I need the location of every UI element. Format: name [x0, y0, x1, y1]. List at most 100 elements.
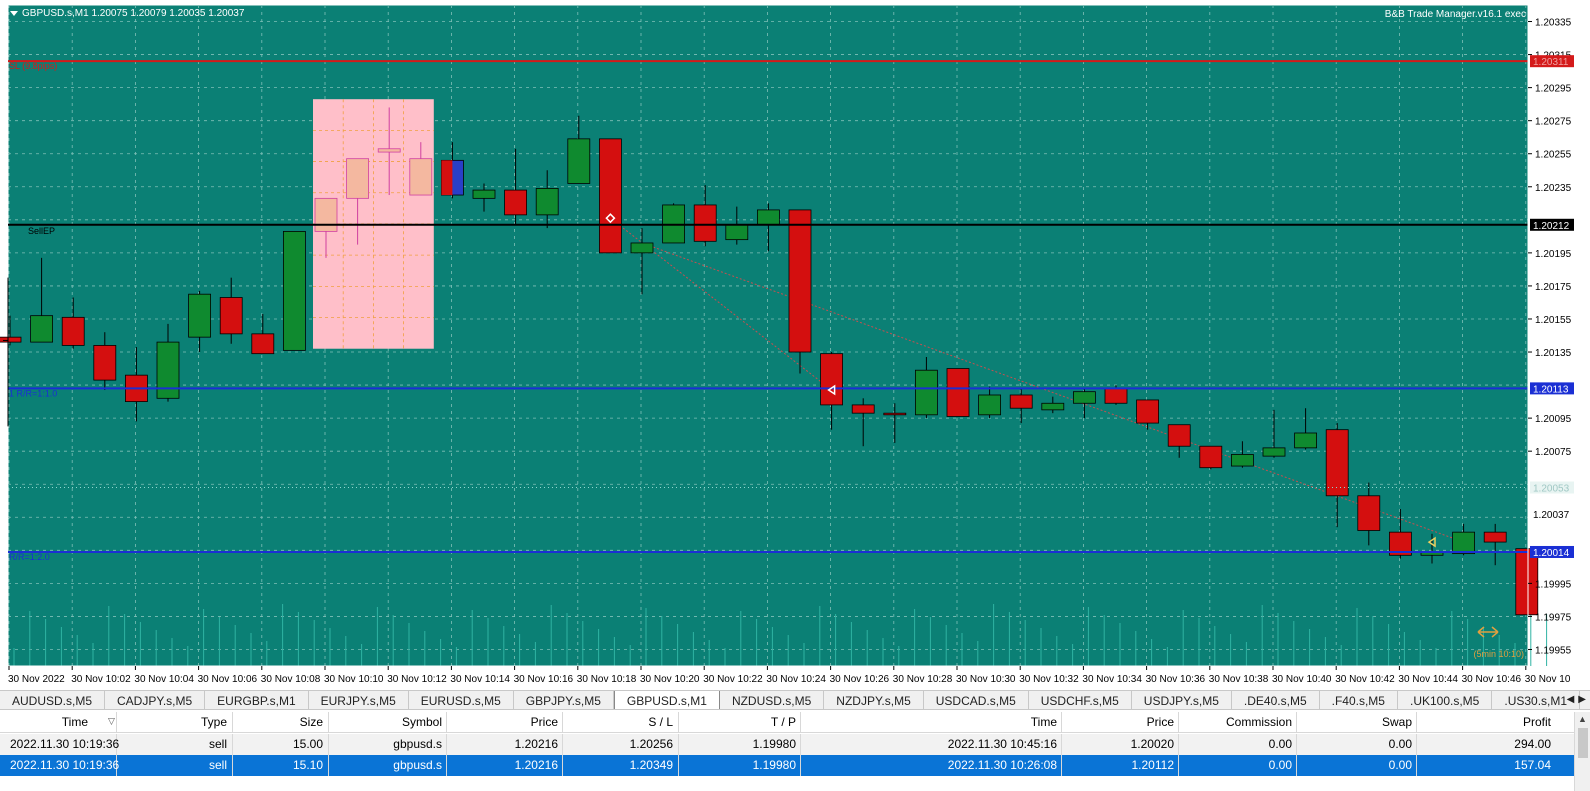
candle-body[interactable]: [1294, 432, 1317, 449]
price-axis-label: 1.20255: [1535, 150, 1572, 161]
candle-body[interactable]: [851, 404, 875, 414]
candle-body[interactable]: [978, 394, 1001, 416]
column-separator[interactable]: [328, 712, 329, 733]
candle-body[interactable]: [946, 368, 970, 417]
symbol-quote-text: GBPUSD.s,M1 1.20075 1.20079 1.20035 1.20…: [22, 8, 245, 19]
sort-descending-icon[interactable]: ▽: [108, 716, 115, 727]
candle-body[interactable]: [1199, 445, 1223, 469]
candle-body[interactable]: [504, 189, 528, 216]
candle-body[interactable]: [346, 158, 370, 199]
candle-body[interactable]: [1483, 531, 1507, 543]
tab-eurusd-s-m5[interactable]: EURUSD.s,M5: [409, 691, 514, 709]
chart-canvas[interactable]: SL (9.8pips) SellEP 1 R/R=1:1.0 R/R=1:2.0 (5…: [0, 0, 1590, 690]
candle-body[interactable]: [1452, 531, 1475, 555]
candle-body[interactable]: [219, 297, 243, 335]
tab-cadjpy-s-m5[interactable]: CADJPY.s,M5: [105, 691, 206, 709]
tab-usdjpy-s-m5[interactable]: USDJPY.s,M5: [1132, 691, 1232, 709]
candle-body[interactable]: [599, 138, 622, 254]
tab-uk100-s-m5[interactable]: .UK100.s,M5: [1398, 691, 1493, 709]
candle-body[interactable]: [788, 209, 812, 353]
candle-body[interactable]: [915, 369, 938, 416]
candle-body[interactable]: [1262, 447, 1286, 457]
header-4[interactable]: Price: [531, 715, 558, 729]
tab-usdchf-s-m5[interactable]: USDCHF.s,M5: [1029, 691, 1132, 709]
tab-gbpjpy-s-m5[interactable]: GBPJPY.s,M5: [514, 691, 614, 709]
column-separator[interactable]: [1416, 712, 1417, 733]
column-separator[interactable]: [116, 712, 117, 733]
candle-body[interactable]: [409, 158, 433, 196]
candle-body[interactable]: [1041, 402, 1065, 411]
candle-body[interactable]: [441, 160, 453, 196]
column-separator[interactable]: [1178, 712, 1179, 733]
candle-body[interactable]: [314, 197, 338, 232]
header-7[interactable]: Time: [1031, 715, 1057, 729]
candle-body[interactable]: [567, 138, 591, 184]
column-separator[interactable]: [562, 712, 563, 733]
candle-body[interactable]: [630, 242, 654, 254]
candle-body[interactable]: [93, 345, 117, 381]
header-9[interactable]: Commission: [1226, 715, 1292, 729]
candle-body[interactable]: [757, 209, 780, 226]
candle-body[interactable]: [156, 341, 180, 399]
candle-body[interactable]: [1009, 394, 1033, 409]
tab-usdcad-s-m5[interactable]: USDCAD.s,M5: [924, 691, 1029, 709]
candle-body[interactable]: [0, 336, 22, 343]
table-row[interactable]: 2022.11.30 10:19:36 sell 15.10 gbpusd.s 1.20…: [0, 755, 1574, 776]
candle-body[interactable]: [472, 189, 496, 199]
tab-f40-s-m5[interactable]: .F40.s,M5: [1320, 691, 1398, 709]
candle-body[interactable]: [1167, 424, 1191, 447]
header-2[interactable]: Size: [300, 715, 323, 729]
candle-body[interactable]: [1136, 399, 1159, 424]
column-separator[interactable]: [1296, 712, 1297, 733]
tab-audusd-s-m5[interactable]: AUDUSD.s,M5: [0, 691, 106, 709]
candle-body[interactable]: [377, 148, 401, 153]
candle-body[interactable]: [1104, 387, 1128, 404]
price-chart[interactable]: SL (9.8pips) SellEP 1 R/R=1:1.0 R/R=1:2.0 (5…: [0, 0, 1590, 690]
column-separator[interactable]: [1061, 712, 1062, 733]
candle-body[interactable]: [1073, 391, 1096, 404]
candle-body[interactable]: [1231, 454, 1254, 467]
header-11[interactable]: Profit: [1523, 715, 1551, 729]
tab-scroll-left-icon[interactable]: ◀: [1567, 694, 1575, 705]
candle-body[interactable]: [883, 412, 907, 416]
time-axis-label: 30 Nov 10:06: [198, 674, 258, 685]
candle-body[interactable]: [1357, 495, 1381, 531]
tab-eurgbp-s-m1[interactable]: EURGBP.s,M1: [205, 691, 309, 709]
candle-body[interactable]: [1325, 429, 1349, 497]
tab-gbpusd-s-m1[interactable]: GBPUSD.s,M1: [613, 691, 720, 709]
candle-body[interactable]: [693, 204, 717, 242]
header-6[interactable]: T / P: [771, 715, 796, 729]
column-separator[interactable]: [800, 712, 801, 733]
candle-body[interactable]: [725, 224, 749, 241]
chart-tabs-list: AUDUSD.s,M5 CADJPY.s,M5 EURGBP.s,M1 EURJPY.…: [0, 691, 1590, 709]
tab-nzdusd-s-m5[interactable]: NZDUSD.s,M5: [720, 691, 825, 709]
header-0[interactable]: Time: [62, 715, 88, 729]
scroll-thumb[interactable]: [1578, 728, 1588, 758]
chart-symbol-header: GBPUSD.s,M1 1.20075 1.20079 1.20035 1.20…: [10, 8, 244, 19]
tab-de40-s-m5[interactable]: .DE40.s,M5: [1232, 691, 1320, 709]
table-scrollbar[interactable]: ▲: [1574, 712, 1590, 791]
candle-body[interactable]: [30, 315, 54, 343]
expert-advisor-label: B&B Trade Manager.v16.1 exec: [1385, 9, 1526, 20]
tab-scroll-right-icon[interactable]: ▶: [1578, 694, 1586, 705]
tab-nzdjpy-s-m5[interactable]: NZDJPY.s,M5: [824, 691, 924, 709]
table-row[interactable]: 2022.11.30 10:19:36 sell 15.00 gbpusd.s 1.20…: [0, 734, 1574, 755]
column-separator[interactable]: [232, 712, 233, 733]
header-1[interactable]: Type: [201, 715, 227, 729]
header-3[interactable]: Symbol: [402, 715, 442, 729]
column-separator[interactable]: [678, 712, 679, 733]
candle-body[interactable]: [251, 333, 275, 355]
column-separator[interactable]: [446, 712, 447, 733]
candle-body[interactable]: [188, 293, 212, 338]
header-8[interactable]: Price: [1147, 715, 1174, 729]
candle-body[interactable]: [535, 188, 559, 216]
candle-body[interactable]: [820, 353, 843, 406]
header-5[interactable]: S / L: [648, 715, 673, 729]
time-axis-label: 30 Nov 10:30: [956, 674, 1016, 685]
tab-eurjpy-s-m5[interactable]: EURJPY.s,M5: [309, 691, 409, 709]
candle-body[interactable]: [61, 316, 85, 346]
candle-body[interactable]: [282, 230, 306, 351]
chart-menu-triangle-icon[interactable]: [10, 10, 18, 16]
scroll-up-icon[interactable]: ▲: [1578, 714, 1587, 724]
header-10[interactable]: Swap: [1382, 715, 1412, 729]
